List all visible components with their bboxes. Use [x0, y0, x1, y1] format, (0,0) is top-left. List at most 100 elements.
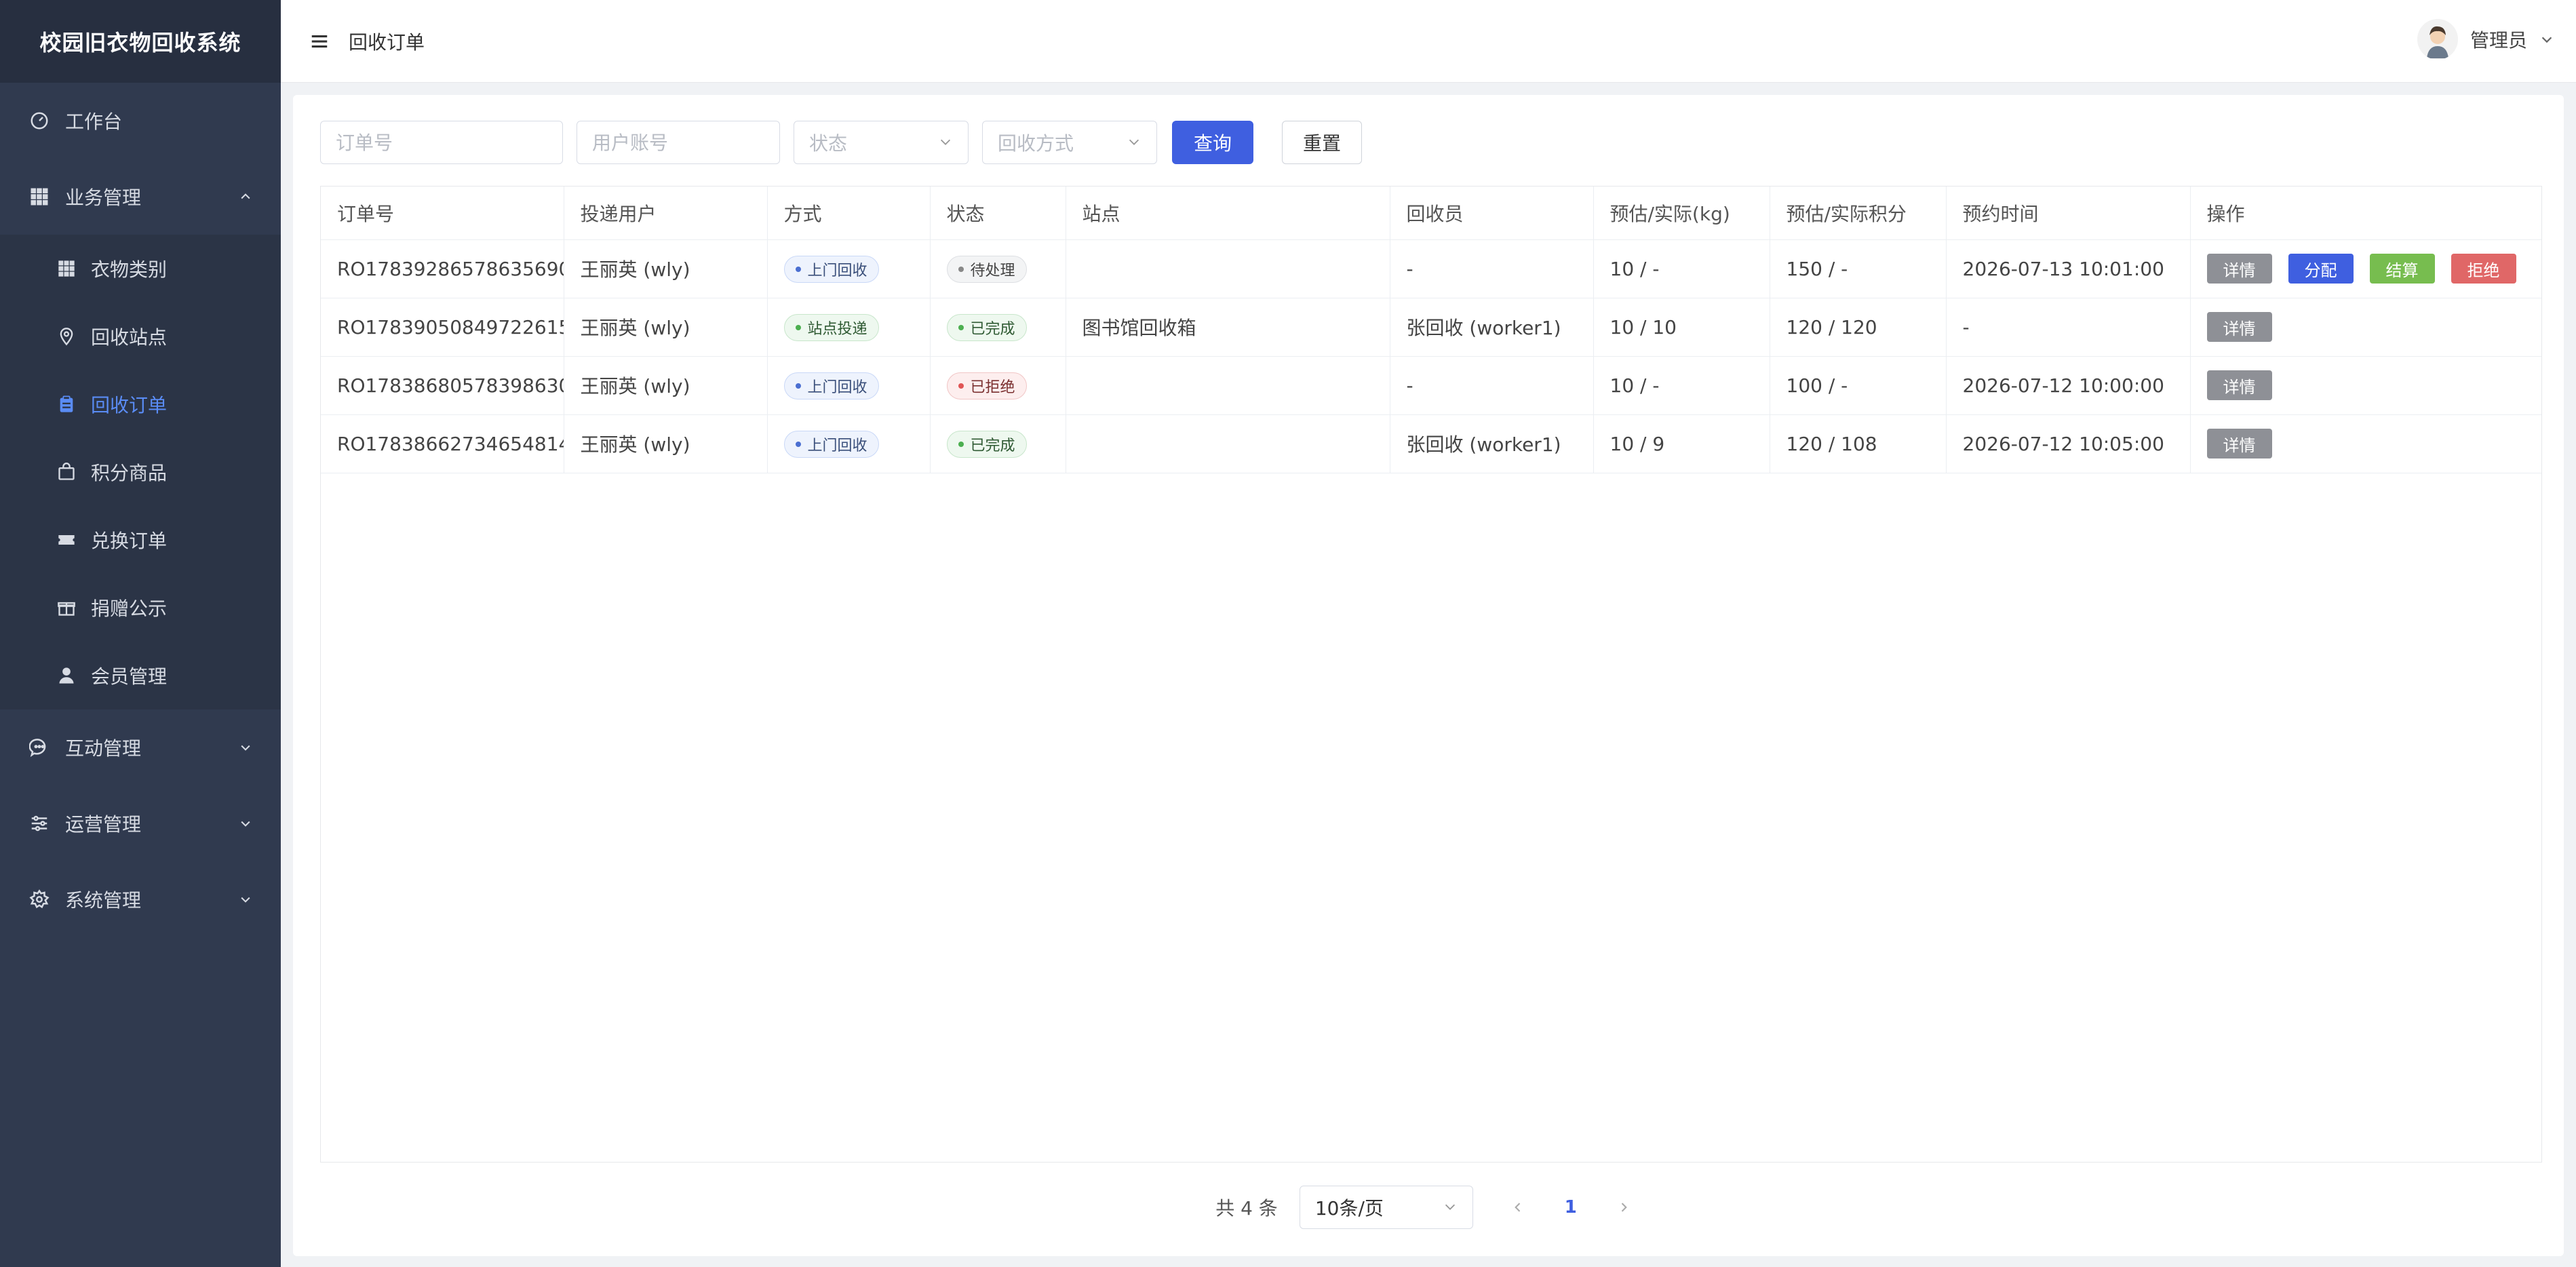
- worker-cell: 张回收 (worker1): [1390, 298, 1594, 357]
- sidebar-item-interaction[interactable]: 互动管理: [0, 709, 281, 785]
- status-select-placeholder: 状态: [809, 132, 848, 155]
- sidebar-item-donation[interactable]: 捐赠公示: [0, 574, 281, 642]
- method-tag-label: 上门回收: [807, 379, 867, 396]
- user-menu[interactable]: 管理员: [2417, 19, 2556, 60]
- sidebar-item-exchange-order[interactable]: 兑换订单: [0, 506, 281, 574]
- sidebar: 校园旧衣物回收系统 工作台 业务管理 衣物类别 回收站点 回收订单 积分商品 兑…: [0, 0, 281, 1267]
- status-dot-icon: [958, 383, 964, 389]
- sidebar-item-system[interactable]: 系统管理: [0, 861, 281, 937]
- page-size-select[interactable]: 10条/页: [1299, 1186, 1473, 1229]
- points-cell: 100 / -: [1770, 356, 1947, 415]
- status-dot-icon: [795, 325, 801, 330]
- station-cell: [1066, 239, 1390, 298]
- detail-button[interactable]: 详情: [2206, 429, 2272, 459]
- bag-icon: [54, 460, 79, 484]
- sidebar-item-workbench[interactable]: 工作台: [0, 83, 281, 159]
- sidebar-item-business[interactable]: 业务管理: [0, 159, 281, 235]
- menu-toggle-icon[interactable]: [308, 30, 331, 53]
- dashboard-icon: [27, 109, 52, 133]
- table-row: RO17839050849722615 王丽英 (wly) 站点投递 已完成 图…: [321, 298, 2541, 357]
- column-header: 预估/实际积分: [1770, 187, 1947, 240]
- column-header: 方式: [767, 187, 931, 240]
- sidebar-item-label: 业务管理: [65, 187, 142, 209]
- time-cell: 2026-07-12 10:00:00: [1946, 356, 2191, 415]
- chat-icon: [27, 735, 52, 760]
- sliders-icon: [27, 811, 52, 836]
- sidebar-item-label: 回收站点: [91, 326, 168, 349]
- user-cell: 王丽英 (wly): [564, 356, 768, 415]
- sidebar-item-recycle-station[interactable]: 回收站点: [0, 303, 281, 370]
- time-cell: -: [1946, 298, 2191, 357]
- points-cell: 120 / 108: [1770, 414, 1947, 473]
- status-select[interactable]: 状态: [794, 121, 969, 164]
- status-badge-label: 已拒绝: [970, 379, 1015, 396]
- next-page-icon[interactable]: [1606, 1190, 1641, 1225]
- sidebar-item-members[interactable]: 会员管理: [0, 642, 281, 709]
- chevron-down-icon: [237, 891, 254, 908]
- weight-cell: 10 / 10: [1593, 298, 1770, 357]
- time-cell: 2026-07-12 10:05:00: [1946, 414, 2191, 473]
- column-header: 预估/实际(kg): [1593, 187, 1770, 240]
- settle-button[interactable]: 结算: [2369, 254, 2435, 284]
- ticket-icon: [54, 528, 79, 552]
- detail-button[interactable]: 详情: [2206, 370, 2272, 400]
- chevron-down-icon: [938, 132, 953, 154]
- status-dot-icon: [795, 383, 801, 389]
- status-dot-icon: [795, 442, 801, 447]
- assign-button[interactable]: 分配: [2288, 254, 2354, 284]
- method-tag: 上门回收: [783, 256, 879, 283]
- filter-bar: 状态 回收方式 查询 重置: [320, 121, 1362, 164]
- status-badge: 已完成: [946, 431, 1027, 458]
- search-button[interactable]: 查询: [1172, 121, 1253, 164]
- app-title: 校园旧衣物回收系统: [0, 0, 281, 83]
- user-account-input[interactable]: [577, 121, 780, 164]
- column-header: 订单号: [321, 187, 564, 240]
- method-select-placeholder: 回收方式: [998, 132, 1074, 155]
- page-size-value: 10条/页: [1314, 1197, 1384, 1220]
- station-cell: 图书馆回收箱: [1066, 298, 1390, 357]
- chevron-down-icon: [1127, 132, 1141, 154]
- chevron-down-icon: [2539, 31, 2556, 47]
- weight-cell: 10 / 9: [1593, 414, 1770, 473]
- sidebar-item-label: 会员管理: [91, 665, 168, 688]
- status-badge-label: 已完成: [970, 437, 1015, 454]
- gift-icon: [54, 596, 79, 620]
- method-tag: 站点投递: [783, 314, 879, 341]
- table-row: RO17838680578398630 王丽英 (wly) 上门回收 已拒绝 -…: [321, 356, 2541, 415]
- chevron-down-icon: [237, 815, 254, 832]
- column-header: 操作: [2190, 187, 2541, 240]
- worker-cell: -: [1390, 356, 1594, 415]
- user-cell: 王丽英 (wly): [564, 239, 768, 298]
- page-number-current[interactable]: 1: [1553, 1190, 1588, 1225]
- sidebar-item-clothing-category[interactable]: 衣物类别: [0, 235, 281, 303]
- gear-icon: [27, 887, 52, 912]
- column-header: 回收员: [1390, 187, 1594, 240]
- method-select[interactable]: 回收方式: [982, 121, 1157, 164]
- weight-cell: 10 / -: [1593, 239, 1770, 298]
- table-row: RO17839286578635690 王丽英 (wly) 上门回收 待处理 -…: [321, 239, 2541, 298]
- business-submenu: 衣物类别 回收站点 回收订单 积分商品 兑换订单 捐赠公示 会员管理: [0, 235, 281, 709]
- sidebar-item-label: 运营管理: [65, 813, 142, 836]
- page-title: 回收订单: [349, 31, 425, 54]
- method-tag-label: 上门回收: [807, 262, 867, 279]
- detail-button[interactable]: 详情: [2206, 312, 2272, 342]
- station-cell: [1066, 414, 1390, 473]
- method-tag: 上门回收: [783, 431, 879, 458]
- clipboard-icon: [54, 392, 79, 416]
- sidebar-item-operations[interactable]: 运营管理: [0, 785, 281, 861]
- weight-cell: 10 / -: [1593, 356, 1770, 415]
- sidebar-item-points-goods[interactable]: 积分商品: [0, 438, 281, 506]
- status-dot-icon: [958, 325, 964, 330]
- reject-button[interactable]: 拒绝: [2451, 254, 2516, 284]
- reset-button[interactable]: 重置: [1282, 121, 1362, 164]
- top-header: 回收订单 管理员: [281, 0, 2576, 83]
- method-tag: 上门回收: [783, 372, 879, 399]
- status-dot-icon: [795, 267, 801, 272]
- total-count: 共 4 条: [1215, 1197, 1278, 1220]
- order-no-input[interactable]: [320, 121, 563, 164]
- sidebar-item-recycle-order[interactable]: 回收订单: [0, 370, 281, 438]
- prev-page-icon[interactable]: [1500, 1190, 1536, 1225]
- worker-cell: 张回收 (worker1): [1390, 414, 1594, 473]
- detail-button[interactable]: 详情: [2206, 254, 2272, 284]
- status-badge: 已拒绝: [946, 372, 1027, 399]
